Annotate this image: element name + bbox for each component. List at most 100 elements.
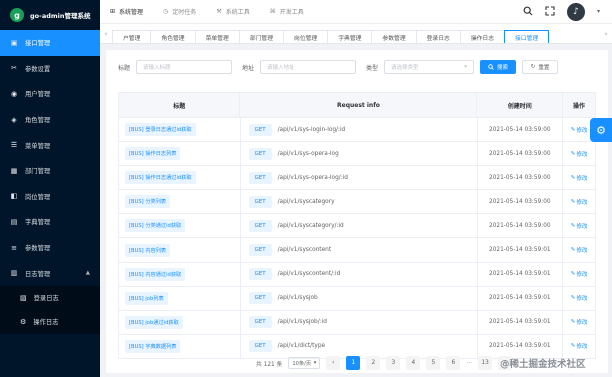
reset-button[interactable]: ↻ 重置: [522, 60, 559, 74]
row-edit-link[interactable]: ✎ 修改: [563, 214, 595, 237]
sidebar-item-0[interactable]: ▣ 接口管理: [0, 30, 100, 56]
fullscreen-icon[interactable]: [545, 5, 555, 18]
row-request-cell: GET/api/v1/sys-login-log/:id: [241, 118, 478, 142]
row-title-tag: [BUS] 内容通过id获取: [125, 267, 186, 281]
edit-icon: ✎: [570, 126, 576, 133]
sidebar-item-9[interactable]: ▥ 日志管理 ▲: [0, 260, 100, 286]
table-row: [BUS] job通过id获取 GET/api/v1/sysjob/:id 2021…: [118, 310, 596, 335]
pagination: 共 121 条 10条/页 ▾ ‹ 1 2 3 4 5 6 ··· 13 ›: [256, 356, 513, 370]
tag-7[interactable]: 登录日志: [415, 29, 461, 43]
row-path: /api/v1/sysjob/:id: [277, 319, 327, 326]
tag-8[interactable]: 操作日志: [459, 29, 506, 43]
search-button[interactable]: 搜索: [480, 60, 517, 74]
search-icon: [488, 64, 494, 70]
page-button[interactable]: 1: [346, 356, 361, 370]
header-request-info[interactable]: Request info: [240, 93, 478, 117]
row-title-tag: [BUS] 操作日志通过id获取: [125, 171, 196, 185]
avatar[interactable]: ♪: [566, 2, 585, 21]
row-edit-link[interactable]: ✎ 修改: [563, 311, 595, 334]
chevron-down-icon[interactable]: ▾: [597, 8, 600, 15]
tag-9[interactable]: 接口管理: [504, 29, 550, 43]
row-edit-link[interactable]: ✎ 修改: [563, 335, 595, 358]
top-tab-3[interactable]: ⌘ 开发工具: [260, 0, 314, 24]
sidebar-item-label: 接口管理: [25, 40, 51, 48]
row-edit-link[interactable]: ✎ 修改: [563, 263, 595, 286]
row-method-tag: GET: [248, 171, 272, 184]
row-edit-label: 修改: [576, 248, 588, 255]
sidebar-item-label: 用户管理: [25, 91, 51, 99]
page-button[interactable]: 4: [406, 356, 421, 370]
row-path: /api/v1/sysjob: [277, 295, 318, 302]
path-filter-input[interactable]: 请输入地址: [260, 60, 357, 74]
edit-icon: ✎: [570, 271, 576, 278]
chevron-right-icon[interactable]: ›: [600, 30, 612, 38]
tag-4[interactable]: 岗位管理: [283, 29, 329, 43]
row-created-time: 2021-05-14 03:59:00: [478, 190, 564, 214]
sidebar-item-7[interactable]: ▤ 字典管理: [0, 209, 100, 235]
row-edit-link[interactable]: ✎ 修改: [563, 287, 595, 310]
app-logo-row[interactable]: g go-admin管理系统: [0, 0, 100, 30]
post-icon: ◧: [10, 192, 18, 201]
header-title[interactable]: 标题: [119, 93, 241, 117]
row-title-tag: [BUS] 操作日志列表: [125, 147, 181, 161]
chevron-left-icon[interactable]: ‹: [100, 30, 112, 38]
header-created-time[interactable]: 创建时间: [477, 93, 564, 117]
row-title-cell: [BUS] 分类通过id获取: [119, 214, 241, 238]
row-request-cell: GET/api/v1/sysjob/:id: [241, 310, 478, 334]
row-edit-link[interactable]: ✎ 修改: [563, 190, 595, 213]
table-row: [BUS] 登录日志通过id获取 GET/api/v1/sys-login-log…: [118, 118, 596, 143]
row-edit-link[interactable]: ✎ 修改: [563, 166, 595, 189]
page-button[interactable]: 6: [446, 356, 461, 370]
sidebar-item-4[interactable]: ☰ 菜单管理: [0, 132, 100, 158]
sidebar-subitem-0[interactable]: ▨ 登录日志: [0, 285, 100, 310]
title-filter-input[interactable]: 请输入标题: [136, 60, 233, 74]
row-method-tag: GET: [248, 340, 272, 353]
page-button[interactable]: 3: [386, 356, 401, 370]
tag-3[interactable]: 部门管理: [238, 29, 285, 43]
row-edit-label: 修改: [576, 199, 588, 206]
sidebar-item-2[interactable]: ◉ 用户管理: [0, 81, 100, 107]
row-request-cell: GET/api/v1/sys-opera-log/:id: [241, 166, 478, 190]
sidebar-item-5[interactable]: ▦ 部门管理: [0, 158, 100, 184]
ellipsis-icon[interactable]: ···: [466, 360, 472, 367]
tag-5[interactable]: 字典管理: [327, 29, 373, 43]
sidebar-item-label: 角色管理: [25, 117, 51, 125]
sidebar-item-3[interactable]: ◈ 角色管理: [0, 107, 100, 133]
type-filter-label: 类型: [366, 64, 379, 72]
settings-gear-icon[interactable]: ⚙: [590, 118, 612, 142]
title-filter-label: 标题: [118, 64, 131, 72]
search-icon[interactable]: [523, 6, 533, 18]
sidebar-item-label: 参数设置: [25, 65, 51, 73]
row-path: /api/v1/sys-opera-log: [277, 150, 339, 157]
sidebar-item-6[interactable]: ◧ 岗位管理: [0, 184, 100, 210]
row-path: /api/v1/sys-login-log/:id: [277, 126, 346, 133]
page-button[interactable]: 2: [366, 356, 381, 370]
edit-icon: ✎: [570, 319, 576, 326]
top-tab-0[interactable]: ⊞ 系统管理: [100, 0, 153, 24]
row-title-cell: [BUS] 操作日志列表: [119, 142, 241, 166]
tag-0[interactable]: 户管理: [112, 29, 152, 43]
top-tab-2[interactable]: ⚒ 系统工具: [206, 0, 259, 24]
row-edit-link[interactable]: ✎ 修改: [563, 142, 595, 165]
page-button[interactable]: 13: [478, 356, 493, 370]
row-title-tag: [BUS] 分类通过id获取: [125, 219, 186, 233]
type-filter-select[interactable]: 请选择类型 ▾: [384, 60, 475, 74]
top-tab-1[interactable]: ◷ 定时任务: [153, 0, 206, 24]
row-edit-label: 修改: [576, 344, 588, 351]
sidebar-subitem-1[interactable]: ⚙ 操作日志: [0, 309, 100, 334]
tag-2[interactable]: 菜单管理: [194, 29, 240, 43]
sidebar-item-1[interactable]: ✂ 参数设置: [0, 56, 100, 82]
page-size-select[interactable]: 10条/页 ▾: [288, 357, 321, 369]
row-method-tag: GET: [248, 244, 272, 257]
tag-1[interactable]: 角色管理: [150, 29, 196, 43]
sidebar-item-8[interactable]: ≡ 参数管理: [0, 235, 100, 261]
row-edit-link[interactable]: ✎ 修改: [563, 238, 595, 261]
row-path: /api/v1/syscontent/:id: [277, 271, 341, 278]
prev-page-button[interactable]: ‹: [326, 356, 341, 370]
sidebar-item-label: 菜单管理: [25, 142, 51, 150]
login-log-icon: ▨: [20, 293, 27, 302]
row-request-cell: GET/api/v1/sys-opera-log: [241, 142, 478, 166]
tag-6[interactable]: 参数管理: [371, 29, 417, 43]
page-button[interactable]: 5: [426, 356, 441, 370]
path-filter-label: 地址: [242, 64, 255, 72]
